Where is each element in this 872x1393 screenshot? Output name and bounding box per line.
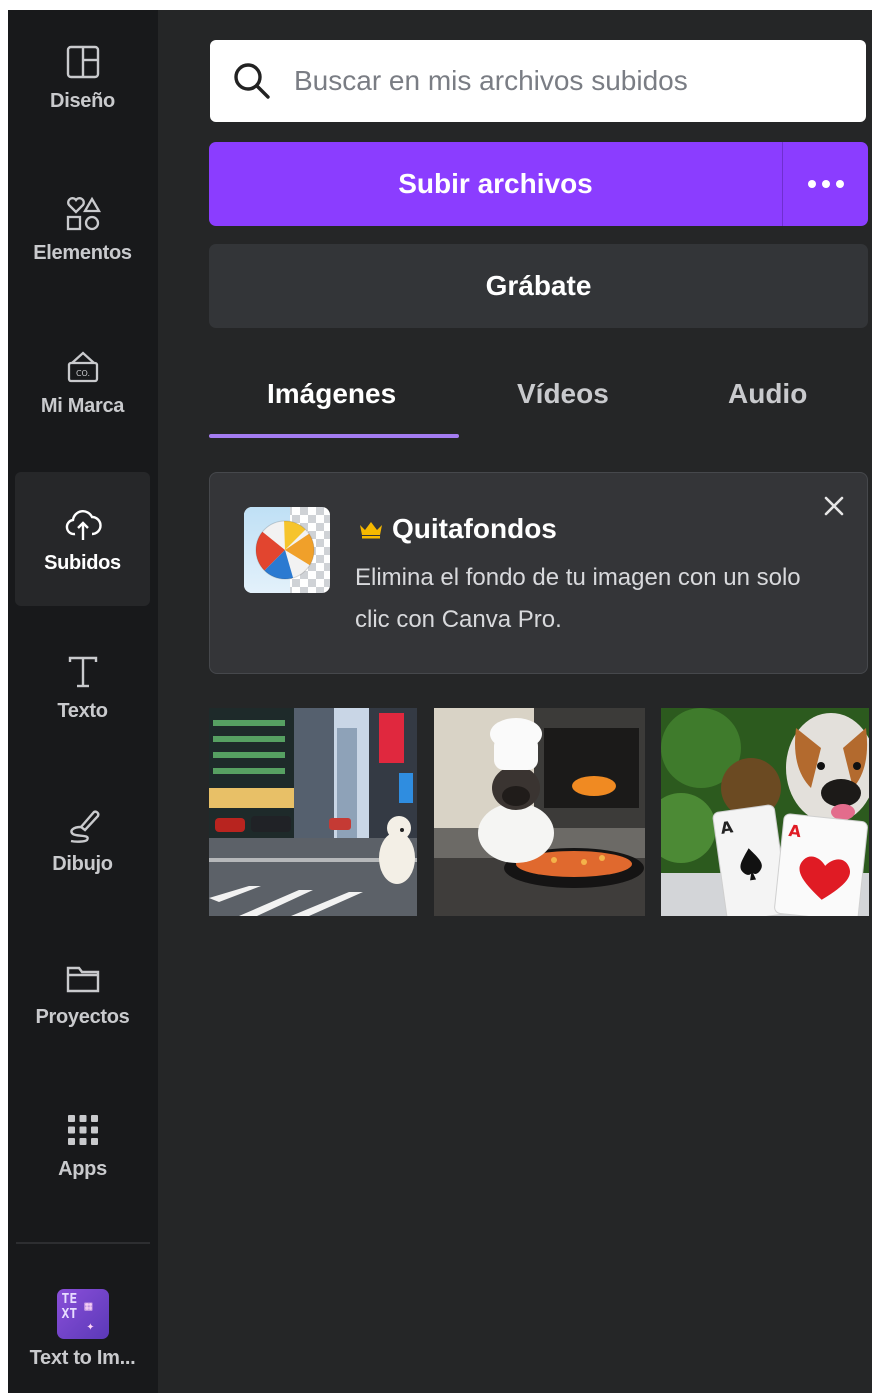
upload-files-button[interactable]: Subir archivos [209,142,782,226]
editor-frame: Diseño Elementos CO. Mi Marca Subidos Te… [8,10,872,1393]
sidebar-item-label: Proyectos [35,1005,130,1028]
draw-icon [69,810,99,843]
sidebar-item-label: Texto [57,699,108,722]
shapes-icon [66,196,101,230]
sidebar-divider [16,1242,150,1244]
sidebar-item-draw[interactable]: Dibujo [15,773,150,907]
sidebar-item-text[interactable]: Texto [15,620,150,754]
beach-ball-thumbnail [244,507,330,593]
search-icon [234,63,270,99]
brand-icon: CO. [67,350,98,382]
close-icon[interactable] [819,491,849,521]
more-options-button[interactable] [783,142,868,226]
sidebar-item-apps[interactable]: Apps [15,1078,150,1212]
background-remover-promo: Quitafondos Elimina el fondo de tu image… [209,472,868,674]
layout-icon [66,45,99,78]
promo-title-row: Quitafondos [358,513,557,545]
promo-title: Quitafondos [392,513,557,544]
media-tabs: Imágenes Vídeos Audio [209,360,868,440]
sidebar-item-label: Apps [58,1157,107,1180]
more-dot-icon [835,180,844,188]
sidebar-item-label: Dibujo [52,852,113,875]
more-dot-icon [821,180,830,188]
tab-images[interactable]: Imágenes [267,378,396,410]
sidebar-item-label: Mi Marca [40,394,125,417]
sidebar-item-uploads[interactable]: Subidos [15,472,150,606]
side-navigation: Diseño Elementos CO. Mi Marca Subidos Te… [8,10,158,1393]
svg-text:CO.: CO. [75,369,89,378]
record-yourself-button[interactable]: Grábate [209,244,868,328]
uploaded-image-1[interactable] [209,708,417,916]
active-tab-indicator [209,434,459,438]
beach-ball-icon [255,520,315,580]
sidebar-item-design[interactable]: Diseño [15,10,150,144]
cloud-upload-icon [65,509,102,540]
tab-audio[interactable]: Audio [728,378,807,410]
sidebar-item-label: Text to Im... [29,1346,136,1369]
crown-icon [360,522,382,539]
text-to-image-app-icon: TE XT ▦ ✦ [56,1288,109,1339]
search-input[interactable] [292,64,836,98]
text-icon [68,656,97,687]
uploads-panel: Subir archivos Grábate Imágenes Vídeos A… [208,10,872,1393]
sidebar-item-elements[interactable]: Elementos [15,162,150,296]
uploaded-image-2[interactable] [434,708,645,916]
promo-description: Elimina el fondo de tu imagen con un sol… [355,564,801,633]
more-dot-icon [807,180,816,188]
upload-files-button-group: Subir archivos [209,142,868,226]
sidebar-item-text-to-image[interactable]: TE XT ▦ ✦ Text to Im... [15,1265,150,1393]
search-bar[interactable] [210,40,866,122]
apps-grid-icon [67,1114,98,1145]
uploaded-image-3[interactable]: A A [661,708,869,916]
sidebar-item-label: Elementos [33,241,132,264]
sidebar-item-label: Subidos [44,551,121,574]
sidebar-item-projects[interactable]: Proyectos [15,926,150,1060]
tab-videos[interactable]: Vídeos [517,378,609,410]
sidebar-item-label: Diseño [50,89,115,112]
sidebar-item-brand[interactable]: CO. Mi Marca [15,315,150,449]
folder-icon [66,966,99,992]
